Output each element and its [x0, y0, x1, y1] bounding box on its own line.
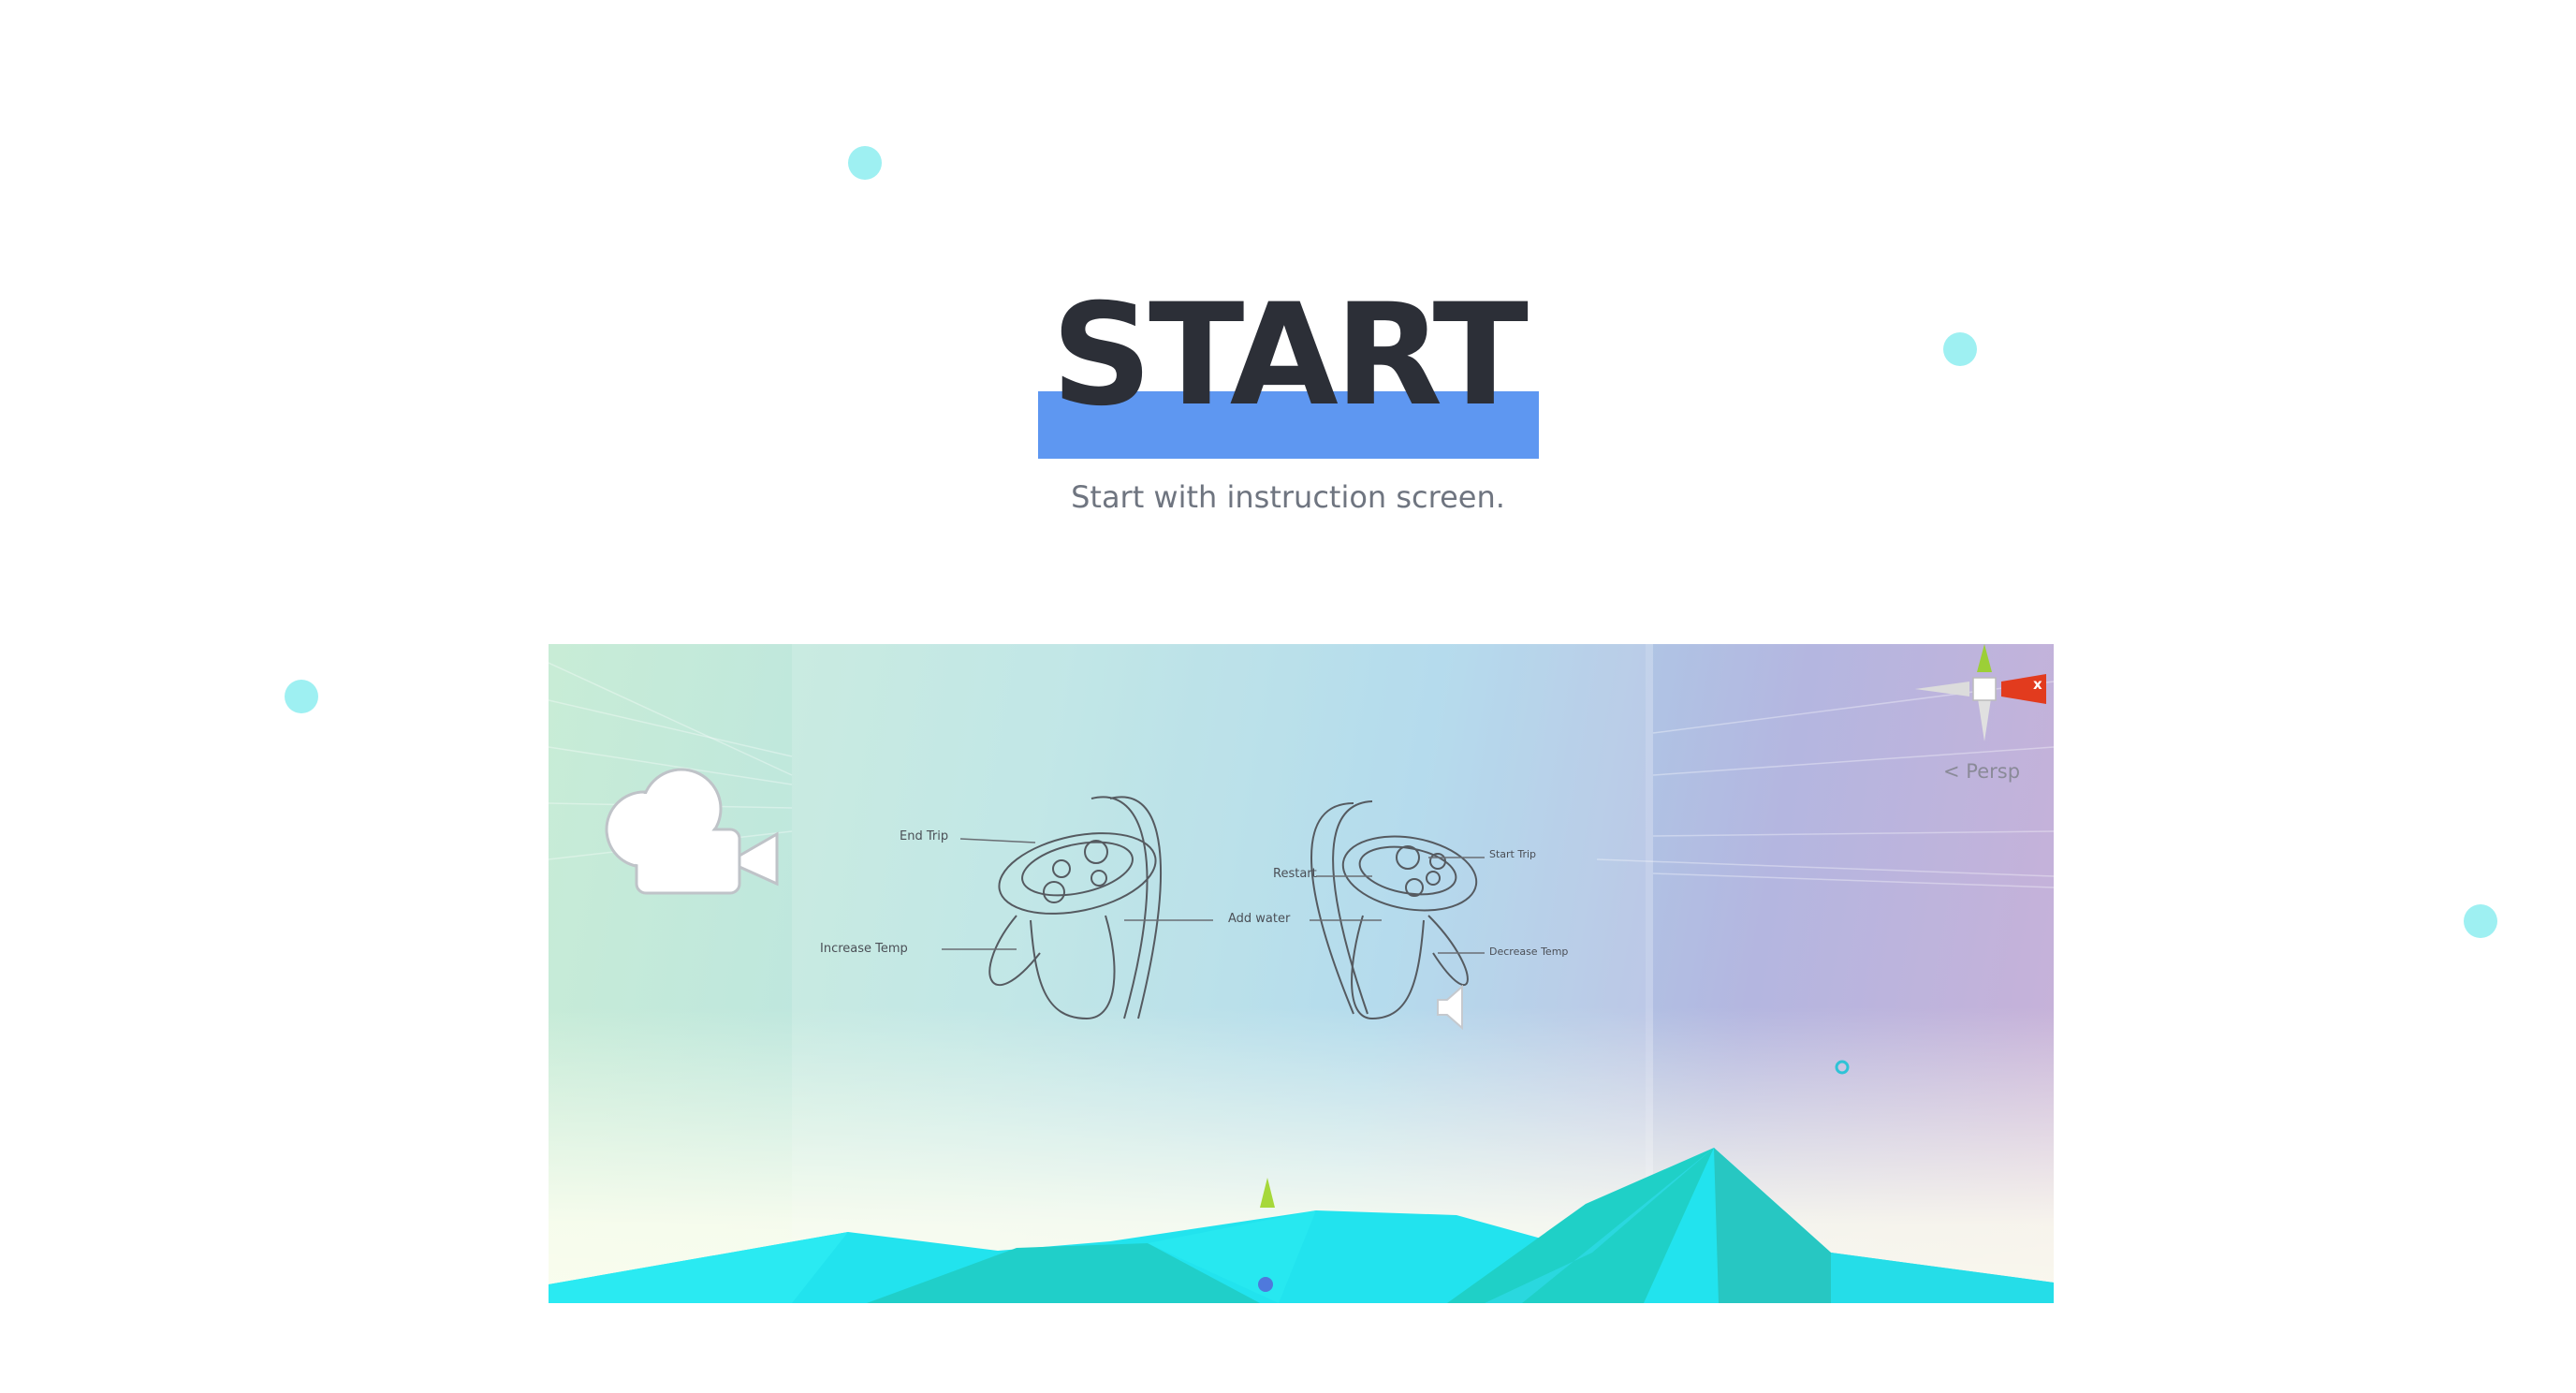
scene-gizmo-icon[interactable] — [1915, 644, 2054, 747]
projection-text: Persp — [1966, 760, 2021, 783]
decor-dot — [285, 680, 318, 713]
gizmo-axis-x-label: x — [2033, 676, 2042, 693]
light-probe-icon[interactable] — [1831, 1056, 1853, 1078]
page-title: START — [1051, 274, 1529, 437]
scene-view: End Trip Increase Temp Add water Restart… — [549, 644, 2054, 1303]
hero: START — [0, 281, 2576, 462]
page-subtitle: Start with instruction screen. — [1071, 479, 1505, 515]
decor-dot — [848, 146, 882, 180]
projection-icon: < — [1943, 760, 1960, 783]
projection-label[interactable]: < Persp — [1943, 760, 2020, 783]
decor-dot — [2464, 904, 2497, 938]
terrain — [549, 1148, 2054, 1303]
title-block: START — [1037, 274, 1539, 459]
player-marker-icon[interactable] — [1249, 1174, 1286, 1303]
